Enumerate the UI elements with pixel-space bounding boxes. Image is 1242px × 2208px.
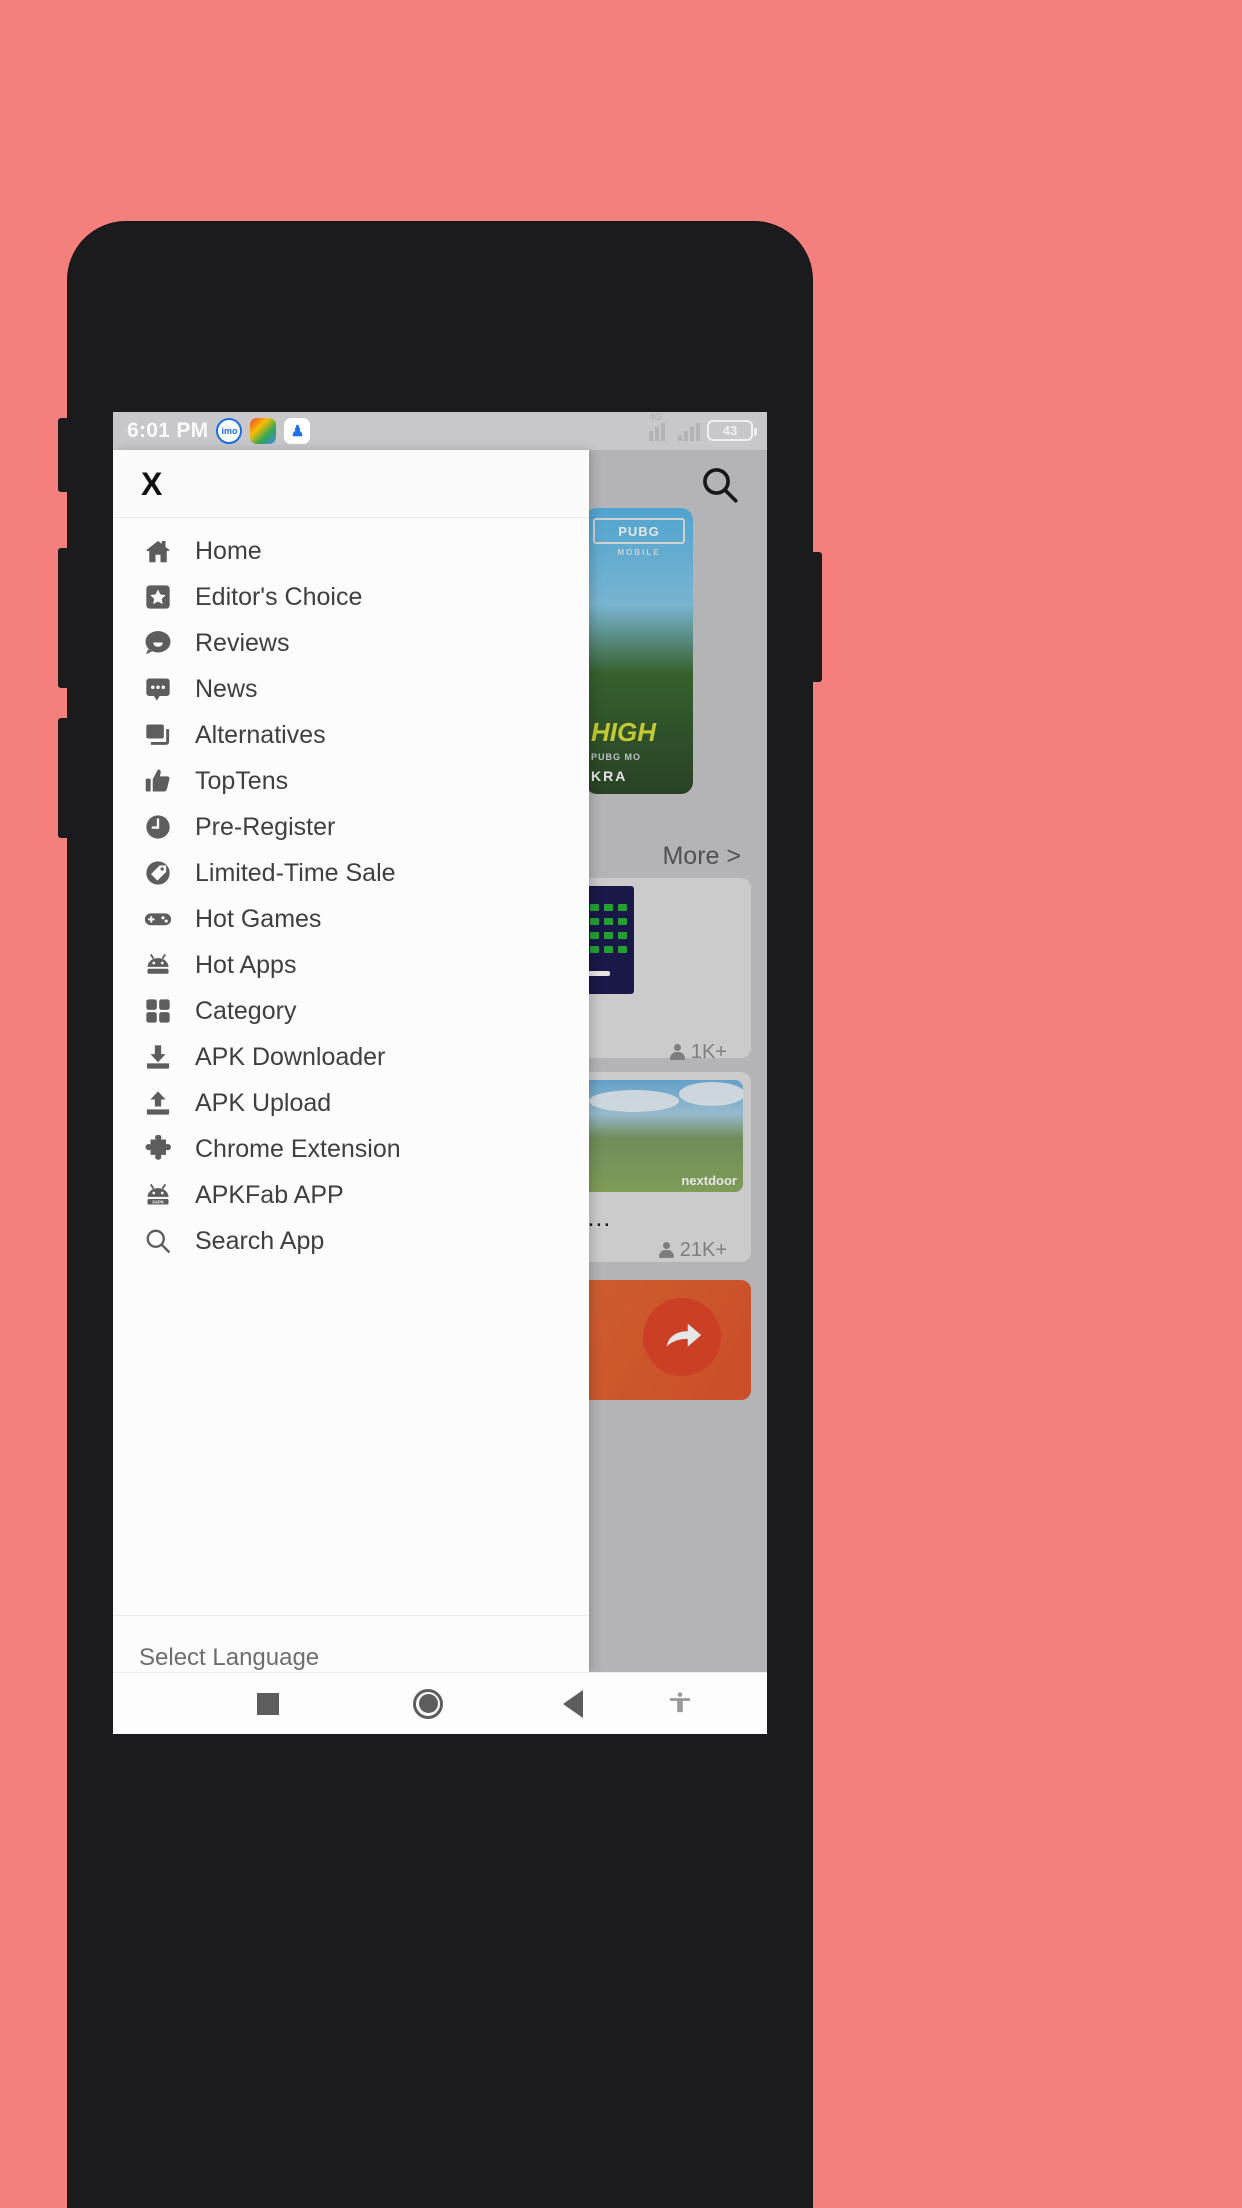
menu-item-label: Editor's Choice — [195, 582, 363, 611]
network-type-label: 4G — [649, 412, 663, 423]
menu-item-chrome-extension[interactable]: Chrome Extension — [113, 1126, 589, 1172]
menu-item-reviews[interactable]: Reviews — [113, 620, 589, 666]
menu-item-label: Home — [195, 536, 262, 565]
android-icon — [141, 950, 175, 980]
menu-item-search-app[interactable]: Search App — [113, 1218, 589, 1264]
menu-item-label: TopTens — [195, 766, 289, 795]
menu-item-label: Alternatives — [195, 720, 326, 749]
accessibility-button[interactable] — [665, 1691, 695, 1717]
signal-sim1-icon: 4G — [649, 412, 671, 441]
imo-icon: imo — [216, 418, 243, 444]
mute-switch[interactable] — [58, 418, 70, 492]
tag-circle-icon — [141, 858, 175, 888]
svg-text:XAPK: XAPK — [152, 1199, 165, 1204]
close-icon[interactable]: X — [141, 468, 162, 500]
menu-item-apk-downloader[interactable]: APK Downloader — [113, 1034, 589, 1080]
layers-icon — [141, 720, 175, 750]
menu-item-label: Hot Apps — [195, 950, 297, 979]
signal-sim2-icon — [678, 422, 700, 441]
home-icon — [141, 536, 175, 566]
menu-item-label: Hot Games — [195, 904, 322, 933]
menu-item-label: Search App — [195, 1226, 325, 1255]
android-xapk-icon: XAPK — [141, 1180, 175, 1210]
status-indicators: 4G 43 — [649, 412, 757, 443]
thumbs-up-icon — [141, 766, 175, 796]
menu-item-home[interactable]: Home — [113, 528, 589, 574]
menu-item-label: Reviews — [195, 628, 290, 657]
menu-item-pre-register[interactable]: Pre-Register — [113, 804, 589, 850]
upload-icon — [141, 1088, 175, 1118]
menu-item-label: APK Upload — [195, 1088, 332, 1117]
menu-item-editors-choice[interactable]: Editor's Choice — [113, 574, 589, 620]
menu-item-hot-games[interactable]: Hot Games — [113, 896, 589, 942]
drawer-menu-list: Home Editor's Choice Reviews News Altern… — [113, 518, 589, 1615]
battery-indicator: 43 — [707, 419, 757, 441]
google-photos-icon — [250, 418, 277, 444]
back-button[interactable] — [563, 1689, 583, 1718]
download-icon — [141, 1042, 175, 1072]
menu-item-label: Limited-Time Sale — [195, 858, 396, 887]
menu-item-category[interactable]: Category — [113, 988, 589, 1034]
volume-up-button[interactable] — [58, 548, 70, 688]
menu-item-label: Category — [195, 996, 297, 1025]
grid-icon — [141, 996, 175, 1026]
menu-item-label: Chrome Extension — [195, 1134, 401, 1163]
menu-item-limited-time-sale[interactable]: Limited-Time Sale — [113, 850, 589, 896]
menu-item-label: News — [195, 674, 258, 703]
star-badge-icon — [141, 582, 175, 612]
menu-item-label: Pre-Register — [195, 812, 336, 841]
drawer-header: X — [113, 450, 589, 518]
menu-item-apk-upload[interactable]: APK Upload — [113, 1080, 589, 1126]
phone-screen: 6:01 PM imo ♟ 4G 43 PUBG MOBILE HIGH PUB… — [113, 412, 767, 1734]
phone-frame: 6:01 PM imo ♟ 4G 43 PUBG MOBILE HIGH PUB… — [58, 222, 822, 2208]
clock-icon — [141, 812, 175, 842]
menu-item-apkfab-app[interactable]: XAPK APKFab APP — [113, 1172, 589, 1218]
volume-down-button[interactable] — [58, 718, 70, 838]
menu-item-news[interactable]: News — [113, 666, 589, 712]
puzzle-icon — [141, 1134, 175, 1164]
menu-item-label: APKFab APP — [195, 1180, 344, 1209]
navigation-drawer: X Home Editor's Choice Reviews News Alte… — [113, 450, 589, 1672]
menu-item-hot-apps[interactable]: Hot Apps — [113, 942, 589, 988]
menu-item-alternatives[interactable]: Alternatives — [113, 712, 589, 758]
security-shield-icon: ♟ — [284, 418, 311, 444]
chat-smile-icon — [141, 628, 175, 658]
gamepad-icon — [141, 904, 175, 934]
search-outline-icon — [141, 1226, 175, 1256]
menu-item-toptens[interactable]: TopTens — [113, 758, 589, 804]
home-button[interactable] — [413, 1688, 443, 1719]
select-language-label[interactable]: Select Language — [139, 1644, 319, 1671]
menu-item-label: APK Downloader — [195, 1042, 386, 1071]
system-nav-bar — [113, 1672, 767, 1734]
power-button[interactable] — [810, 552, 822, 682]
comment-dots-icon — [141, 674, 175, 704]
drawer-footer: Select Language — [113, 1615, 589, 1672]
status-bar: 6:01 PM imo ♟ 4G 43 — [113, 412, 767, 450]
status-time: 6:01 PM — [127, 419, 209, 442]
recents-button[interactable] — [257, 1692, 279, 1715]
